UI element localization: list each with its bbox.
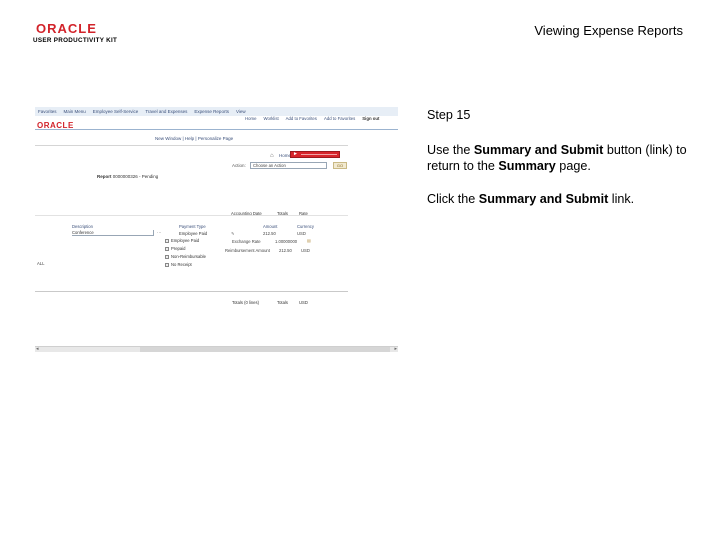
bold-text: Summary and Submit [473, 143, 604, 157]
divider [35, 291, 348, 292]
sign-out-link[interactable]: Sign out [362, 116, 379, 121]
checkbox[interactable] [165, 246, 169, 251]
exchange-rate-value: 1.00000000 [275, 239, 298, 244]
application-screenshot: Favorites Main Menu Employee Self-Servic… [35, 103, 398, 353]
text: Use the [427, 143, 474, 157]
slide-title: Viewing Expense Reports [534, 23, 683, 38]
text: page. [555, 159, 591, 173]
logo-product: USER PRODUCTIVITY KIT [33, 37, 118, 44]
scroll-left-icon[interactable]: ◂ [36, 346, 39, 352]
instruction-action: Click the Summary and Submit link. [427, 191, 697, 207]
text: Click the [427, 192, 479, 206]
menu-bar: Favorites Main Menu Employee Self-Servic… [35, 107, 398, 116]
payment-option[interactable]: Non-Reimbursable [165, 254, 206, 259]
nav-home-link[interactable]: Home [245, 116, 256, 121]
menu-item[interactable]: Favorites [38, 109, 57, 114]
totals-value: Totals [277, 300, 288, 305]
payment-option[interactable]: Prepaid [165, 246, 185, 251]
lookup-icon[interactable]: ⋯ [157, 230, 162, 236]
currency-value: USD [297, 231, 306, 236]
side-label: ALL [37, 261, 45, 266]
report-value: 0000000326 - Pending [112, 174, 159, 179]
payment-option-label: Employee Paid [171, 238, 200, 243]
pencil-icon[interactable]: ✎ [231, 231, 235, 236]
menu-item[interactable]: Travel and Expenses [145, 109, 187, 114]
checkbox[interactable] [165, 262, 169, 267]
step-number: Step 15 [427, 108, 471, 122]
go-button[interactable]: GO [333, 162, 347, 169]
reimbursement-currency: USD [301, 248, 310, 253]
payment-option-label: Non-Reimbursable [171, 254, 206, 259]
action-select[interactable]: Choose an Action [250, 162, 327, 169]
nav-links: Home Worklist Add to Favorites Add to Fa… [245, 116, 379, 121]
horizontal-scrollbar[interactable]: ◂ ▸ [35, 346, 398, 352]
action-label: Action: [232, 163, 246, 168]
reimbursement-value: 212.50 [279, 248, 292, 253]
checkbox[interactable] [165, 238, 169, 243]
payment-option-label: Prepaid [171, 246, 186, 251]
nav-favorites-link-2[interactable]: Add to Favorites [324, 116, 355, 121]
calendar-icon[interactable]: ▤ [307, 238, 311, 243]
text: link. [608, 192, 635, 206]
exchange-rate-label: Exchange Rate [232, 239, 261, 244]
totals-rate: USD [299, 300, 308, 305]
checkbox[interactable] [165, 254, 169, 259]
arrow-right-icon: ► [293, 151, 298, 157]
report-info: Report 0000000326 - Pending [97, 174, 158, 179]
payment-option[interactable]: No Receipt [165, 262, 192, 267]
menu-item[interactable]: View [236, 109, 246, 114]
divider [35, 145, 348, 146]
scroll-right-icon[interactable]: ▸ [394, 346, 397, 352]
instruction-paragraph: Use the Summary and Submit button (link)… [427, 142, 697, 174]
home-icon: ⌂ [270, 153, 274, 159]
totals-label: Totals (0 lines) [232, 300, 259, 305]
menu-item[interactable]: Main Menu [64, 109, 86, 114]
description-field[interactable]: Conference [72, 230, 154, 236]
nav-favorites-link[interactable]: Add to Favorites [286, 116, 317, 121]
reimbursement-label: Reimbursement Amount [225, 248, 270, 253]
col-header-payment-type: Payment Type [179, 224, 206, 229]
payment-option-label: No Receipt [171, 262, 192, 267]
col-header-description: Description [72, 224, 93, 229]
instruction-panel: Step 15 Use the Summary and Submit butto… [427, 107, 697, 224]
page-utility-links[interactable]: New Window | Help | Personalize Page [155, 136, 233, 141]
divider [35, 215, 348, 216]
payment-type-text: Employee Paid [179, 231, 208, 236]
menu-item[interactable]: Expense Reports [194, 109, 229, 114]
bold-text: Summary [498, 159, 556, 173]
amount-value: 212.50 [263, 231, 276, 236]
col-header-currency: Currency [297, 224, 314, 229]
col-header-amount: Amount [263, 224, 278, 229]
nav-worklist-link[interactable]: Worklist [263, 116, 278, 121]
summary-and-submit-label [300, 153, 337, 156]
scrollbar-thumb[interactable] [140, 347, 390, 352]
report-label: Report [97, 174, 112, 179]
summary-and-submit-button[interactable]: ► [290, 151, 340, 158]
payment-type-value: Employee Paid ✎ [179, 231, 235, 236]
payment-option[interactable]: Employee Paid [165, 238, 199, 243]
logo-brand: ORACLE [36, 21, 97, 36]
bold-text: Summary and Submit [478, 192, 609, 206]
oracle-upk-logo: ORACLE USER PRODUCTIVITY KIT [33, 22, 128, 44]
header-divider [35, 129, 398, 130]
menu-item[interactable]: Employee Self-Service [93, 109, 139, 114]
